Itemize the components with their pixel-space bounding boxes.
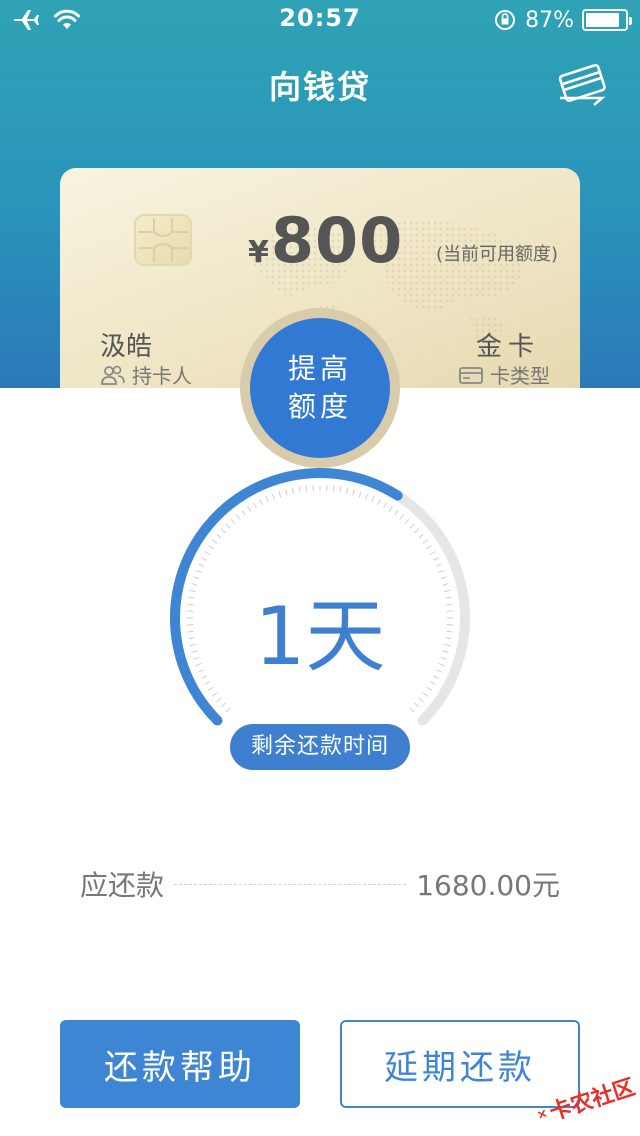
raise-limit-button[interactable]: 提高 额度 (250, 318, 390, 458)
gauge-tick (426, 545, 432, 550)
cardholder-label: 持卡人 (132, 364, 192, 388)
gauge-tick (404, 518, 410, 524)
remaining-time-label: 剩余还款时间 (230, 724, 410, 770)
card-type-label: 卡类型 (490, 364, 550, 388)
cardholder-label-row: 持卡人 (100, 360, 192, 388)
dashed-divider (174, 883, 407, 885)
gauge-tick (339, 486, 342, 493)
amount-due-value: 1680.00元 (416, 869, 560, 902)
gauge-tick (358, 491, 362, 498)
gauge-tick (225, 523, 231, 529)
battery-fill (586, 13, 620, 27)
gauge-tick (220, 702, 226, 708)
gauge-tick (414, 702, 420, 708)
gauge-tick (225, 707, 231, 713)
amount-due-row: 应还款 1680.00元 (80, 862, 560, 906)
gauge-tick (345, 487, 349, 494)
gauge-tick (253, 502, 257, 509)
gauge-tick (432, 557, 439, 561)
gauge-tick (241, 510, 246, 516)
raise-limit-line2: 额度 (287, 390, 352, 423)
amount-due-label: 应还款 (80, 869, 165, 902)
gauge-tick (422, 692, 428, 697)
gauge-tick (265, 496, 269, 503)
battery-percent: 87% (525, 7, 574, 33)
gauge-tick (305, 485, 308, 492)
gauge-tick (377, 499, 381, 506)
remaining-days: 1天 (254, 590, 386, 683)
currency-symbol: ¥ (248, 235, 269, 270)
cardholder-name: 汲皓 (100, 332, 153, 362)
users-icon (101, 365, 125, 385)
gauge-tick (418, 697, 424, 703)
gauge-tick (204, 551, 211, 555)
gauge-tick (365, 493, 369, 500)
raise-limit-line1: 提高 (287, 352, 352, 385)
gauge-tick (388, 506, 393, 512)
gauge-tick (271, 493, 275, 500)
card-icon (459, 366, 483, 384)
status-bar: 20:57 87% (0, 0, 640, 40)
gauge-tick (230, 518, 236, 524)
page-title: 向钱贷 (268, 68, 371, 106)
gauge-tick (409, 523, 415, 529)
gauge-tick (371, 496, 375, 503)
gauge-tick (235, 514, 241, 520)
cards-icon[interactable] (554, 58, 610, 106)
orientation-lock-icon (495, 10, 516, 30)
gauge-tick (414, 528, 420, 534)
gauge-tick (399, 514, 405, 520)
gauge-tick (435, 563, 442, 567)
available-credit: ¥ 800 (248, 204, 403, 277)
credit-note: (当前可用额度) (435, 244, 558, 265)
gauge-tick (278, 491, 282, 498)
card-type-name: 金卡 (475, 332, 540, 362)
gauge-tick (332, 485, 335, 492)
gauge-tick (418, 533, 424, 539)
gauge-tick (212, 692, 218, 697)
credit-amount: 800 (270, 204, 404, 277)
gauge-tick (383, 502, 387, 509)
chip-icon (138, 218, 188, 262)
repayment-help-button[interactable]: 还款帮助 (60, 1020, 300, 1108)
gauge-tick (201, 557, 208, 561)
gauge-tick (291, 487, 295, 494)
gauge-tick (198, 563, 205, 567)
gauge-tick (429, 551, 436, 555)
gauge-tick (285, 489, 288, 496)
gauge-tick (259, 499, 263, 506)
gauge-tick (394, 510, 399, 516)
gauge-tick (212, 539, 218, 544)
gauge-tick (422, 539, 428, 544)
gauge-tick (220, 528, 226, 534)
gauge-tick (298, 486, 301, 493)
gauge-tick (208, 545, 214, 550)
battery-icon (582, 9, 632, 31)
gauge-tick (216, 697, 222, 703)
card-type-label-row: 卡类型 (458, 360, 550, 388)
gauge-tick (409, 707, 415, 713)
gauge-tick (352, 489, 355, 496)
raise-limit-ring: 提高 额度 (240, 308, 400, 468)
gauge-tick (216, 533, 222, 539)
status-right: 87% (493, 6, 632, 34)
gauge-tick (247, 506, 252, 512)
